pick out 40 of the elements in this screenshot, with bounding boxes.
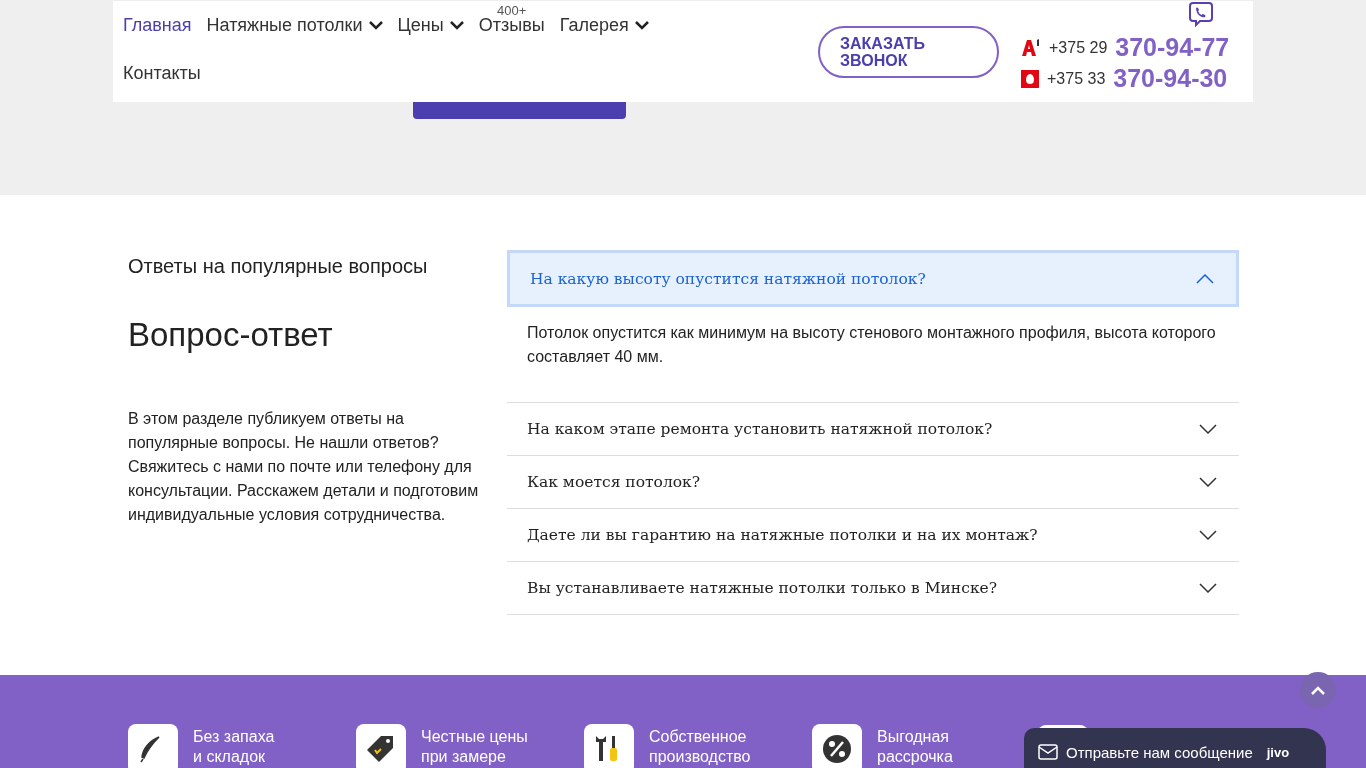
chat-widget[interactable]: Отправьте нам сообщение jivo [1024,728,1326,768]
faq-question[interactable]: На каком этапе ремонта установить натяжной потолок? [507,403,1239,456]
chevron-up-icon [1311,685,1325,695]
section-subtitle: Ответы на популярные вопросы [128,255,429,278]
nav-link[interactable]: Цены [392,1,469,49]
nav-label: Галерея [559,14,629,36]
nav-label: Натяжные потолки [206,14,363,36]
nav-link[interactable]: Главная [118,1,197,49]
nav-label: Контакты [123,62,201,84]
nav-link[interactable]: Галерея [554,1,654,49]
chevron-icon [1199,530,1217,540]
nav-link[interactable]: Контакты [118,49,206,97]
faq-question[interactable]: Вы устанавливаете натяжные потолки только в Минске? [507,562,1239,615]
faq-question[interactable]: На какую высоту опустится натяжной потолок? [507,250,1239,307]
feature-text: Честные цены при замере [421,727,528,767]
chevron-icon [1199,583,1217,593]
feature-text: Без запаха и складок [193,727,275,767]
faq-question[interactable]: Даете ли вы гарантию на натяжные потолки и на их монтаж? [507,509,1239,562]
faq-question[interactable]: Как моется потолок? [507,456,1239,509]
phone-number[interactable]: 370-94-77 [1115,33,1230,62]
section-description: В этом разделе публикуем ответы на популярные вопросы. Не нашли ответов? Свяжитесь с нами по почте или телефону для консультации. Расскажем детали и подготовим индивидуальные условия сотрудничества. [128,409,480,525]
phone-number[interactable]: 370-94-30 [1113,64,1228,93]
phone-prefix: +375 33 [1047,69,1106,88]
operator-logo-icon [1021,69,1039,88]
callback-button[interactable]: ЗАКАЗАТЬ ЗВОНОК [818,26,999,78]
viber-phone-icon[interactable] [1188,1,1215,27]
phone-prefix: +375 29 [1049,38,1108,57]
section-title: Вопрос-ответ [128,316,334,354]
nav-link[interactable]: 400+ Отзывы [473,1,550,49]
chevron-icon [1196,273,1214,284]
operator-logo-icon [1021,38,1041,57]
nav-link[interactable]: Натяжные потолки [201,1,388,49]
faq-answer: Потолок опустится как минимум на высоту стенового монтажного профиля, высота которого составляет 40 мм. [507,307,1239,403]
nav-label: Главная [123,14,192,36]
mail-icon [1038,744,1058,760]
nav-label: Цены [397,14,444,36]
feature-text: Собственное производство [649,727,751,767]
chevron-icon [1199,424,1217,434]
feature-text: Выгодная рассрочка [877,727,953,767]
chevron-icon [1199,477,1217,487]
